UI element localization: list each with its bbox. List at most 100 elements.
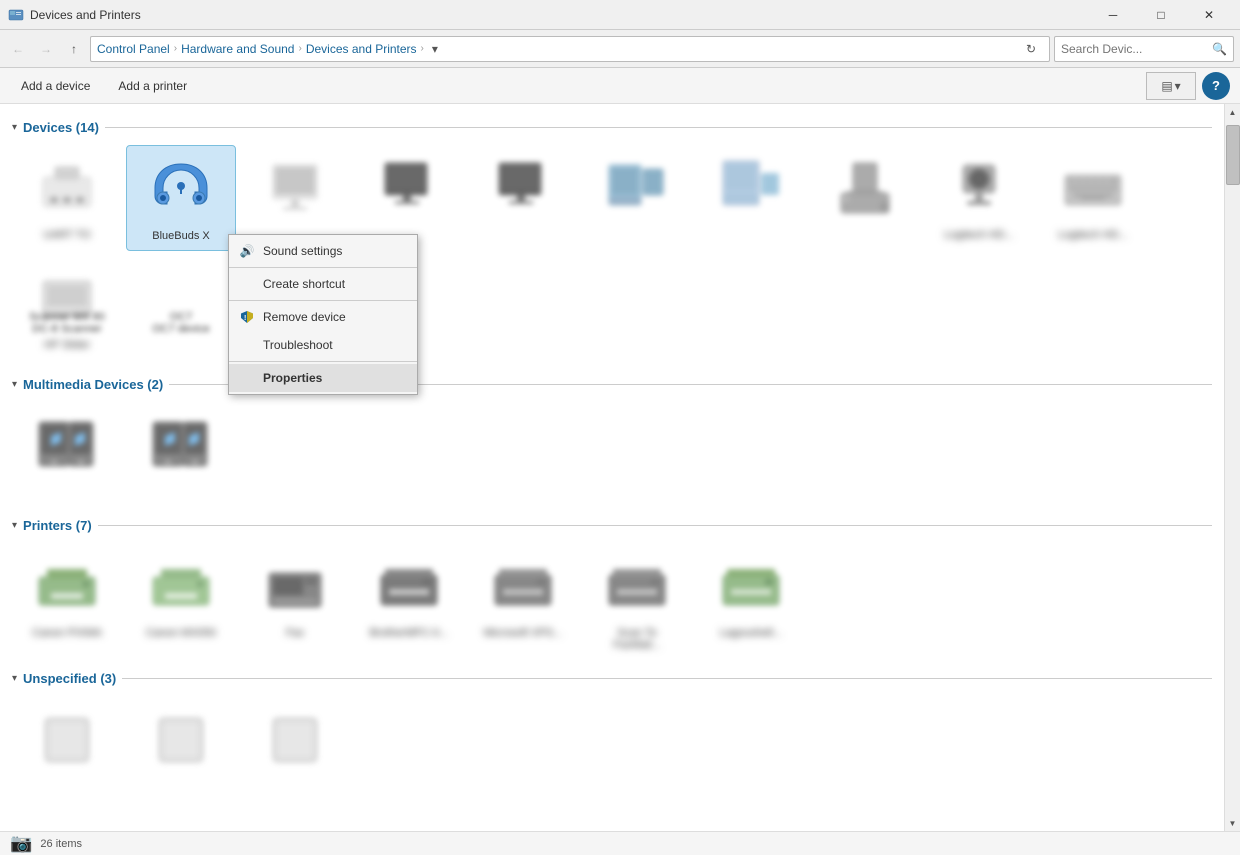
multimedia-grid — [12, 398, 1212, 510]
titlebar-controls: ─ □ ✕ — [1090, 0, 1232, 30]
unspecified-section-title: Unspecified (3) — [23, 671, 116, 686]
printer-icon-fax — [259, 551, 331, 623]
context-menu-properties[interactable]: Properties — [229, 364, 417, 392]
context-menu-remove-device[interactable]: ! Remove device — [229, 303, 417, 331]
add-printer-button[interactable]: Add a printer — [107, 72, 198, 100]
multimedia-icon-1 — [31, 410, 103, 482]
svg-text:!: ! — [244, 315, 246, 322]
device-label-bluebuds: BlueBuds X — [152, 230, 209, 242]
statusbar-camera-icon: 📷 — [10, 833, 32, 854]
up-button[interactable]: ↑ — [62, 37, 86, 61]
window-icon — [8, 7, 24, 23]
device-item-7[interactable] — [696, 145, 806, 251]
device-icon-bluebuds — [145, 154, 217, 226]
device-item-uart[interactable]: UART TO — [12, 145, 122, 251]
context-menu-sep-2 — [229, 300, 417, 301]
search-icon[interactable]: 🔍 — [1212, 42, 1227, 56]
multimedia-item-2[interactable] — [126, 402, 236, 506]
device-icon-4 — [373, 153, 445, 225]
context-menu: 🔊 Sound settings Create shortcut ! — [228, 234, 418, 395]
breadcrumb-dropdown[interactable]: ▾ — [428, 42, 442, 56]
breadcrumb-control-panel[interactable]: Control Panel — [97, 42, 170, 56]
printer-item-fax[interactable]: Fax — [240, 543, 350, 659]
device-icon-7 — [715, 153, 787, 225]
context-menu-properties-label: Properties — [263, 371, 322, 385]
breadcrumb-refresh[interactable]: ↻ — [1019, 37, 1043, 61]
help-button[interactable]: ? — [1202, 72, 1230, 100]
unspecified-item-2[interactable] — [126, 696, 236, 800]
printers-header-line — [98, 525, 1212, 526]
search-input[interactable] — [1061, 42, 1208, 56]
view-icon: ▤ — [1161, 79, 1172, 93]
multimedia-section-title: Multimedia Devices (2) — [23, 377, 163, 392]
context-menu-sep-3 — [229, 361, 417, 362]
printer-item-2[interactable]: Canon MX050 — [126, 543, 236, 659]
device-icon-3 — [259, 153, 331, 225]
context-menu-create-shortcut[interactable]: Create shortcut — [229, 270, 417, 298]
devices-section-header[interactable]: ▾ Devices (14) — [12, 120, 1212, 135]
device-item-8[interactable] — [810, 145, 920, 251]
context-menu-troubleshoot[interactable]: Troubleshoot — [229, 331, 417, 359]
device-icon-uart — [31, 153, 103, 225]
main-layout: ▾ Devices (14) UART TO — [0, 104, 1240, 831]
printers-section-title: Printers (7) — [23, 518, 92, 533]
breadcrumb-sep-3: › — [421, 43, 424, 54]
unspecified-icon-2 — [145, 704, 217, 776]
toolbar: Add a device Add a printer ▤ ▾ ? — [0, 68, 1240, 104]
printer-icon-1 — [31, 551, 103, 623]
device-icon-8 — [829, 153, 901, 225]
view-button[interactable]: ▤ ▾ — [1146, 72, 1196, 100]
multimedia-icon-2 — [145, 410, 217, 482]
shortcut-icon — [239, 276, 255, 292]
forward-button[interactable]: → — [34, 37, 58, 61]
unspecified-section-header[interactable]: ▾ Unspecified (3) — [12, 671, 1212, 686]
window-title: Devices and Printers — [30, 8, 1090, 22]
multimedia-item-1[interactable] — [12, 402, 122, 506]
unspecified-grid — [12, 692, 1212, 804]
addressbar: ← → ↑ Control Panel › Hardware and Sound… — [0, 30, 1240, 68]
device-item-logitech-webcam[interactable]: Logitech HD... — [924, 145, 1034, 251]
breadcrumb-devices-printers[interactable]: Devices and Printers — [306, 42, 417, 56]
breadcrumb-hardware-sound[interactable]: Hardware and Sound — [181, 42, 294, 56]
view-arrow-icon: ▾ — [1175, 79, 1181, 93]
printer-icon-xps — [487, 551, 559, 623]
device-item-6[interactable] — [582, 145, 692, 251]
minimize-button[interactable]: ─ — [1090, 0, 1136, 30]
search-box[interactable]: 🔍 — [1054, 36, 1234, 62]
context-menu-remove-label: Remove device — [263, 310, 346, 324]
scroll-up-button[interactable]: ▲ — [1225, 104, 1240, 120]
printer-item-1[interactable]: Canon PIXMA — [12, 543, 122, 659]
device-label-uart: UART TO — [27, 229, 107, 241]
close-button[interactable]: ✕ — [1186, 0, 1232, 30]
device-item-logitech-keyboard[interactable]: Logitech HD... — [1038, 145, 1148, 251]
unspecified-icon-3 — [259, 704, 331, 776]
printer-item-brother[interactable]: BrotherMFC-0... — [354, 543, 464, 659]
unspecified-item-1[interactable] — [12, 696, 122, 800]
scroll-track[interactable] — [1225, 120, 1240, 815]
statusbar-item-count: 26 items — [40, 838, 82, 850]
titlebar: Devices and Printers ─ □ ✕ — [0, 0, 1240, 30]
speaker-icon: 🔊 — [239, 243, 255, 259]
multimedia-section-header[interactable]: ▾ Multimedia Devices (2) — [12, 377, 1212, 392]
device-item-hp-slider[interactable]: HP Slider — [12, 255, 122, 359]
scroll-down-button[interactable]: ▼ — [1225, 815, 1240, 831]
maximize-button[interactable]: □ — [1138, 0, 1184, 30]
context-menu-sound-settings[interactable]: 🔊 Sound settings — [229, 237, 417, 265]
unspecified-item-3[interactable] — [240, 696, 350, 800]
scroll-thumb[interactable] — [1226, 125, 1240, 185]
add-device-button[interactable]: Add a device — [10, 72, 101, 100]
printer-icon-2 — [145, 551, 217, 623]
printer-item-lagoushell[interactable]: Lagoushell... — [696, 543, 806, 659]
properties-icon — [239, 370, 255, 386]
printer-item-scan[interactable]: Scan To FaxMail... — [582, 543, 692, 659]
printers-section-header[interactable]: ▾ Printers (7) — [12, 518, 1212, 533]
device-item-bluebuds[interactable]: BlueBuds X — [126, 145, 236, 251]
device-item-5[interactable] — [468, 145, 578, 251]
printer-item-xps[interactable]: Microsoft XPS... — [468, 543, 578, 659]
back-button[interactable]: ← — [6, 37, 30, 61]
printers-chevron-icon: ▾ — [12, 520, 17, 531]
troubleshoot-icon — [239, 337, 255, 353]
content-area: ▾ Devices (14) UART TO — [0, 104, 1224, 824]
printer-icon-brother — [373, 551, 445, 623]
scrollbar: ▲ ▼ — [1224, 104, 1240, 831]
